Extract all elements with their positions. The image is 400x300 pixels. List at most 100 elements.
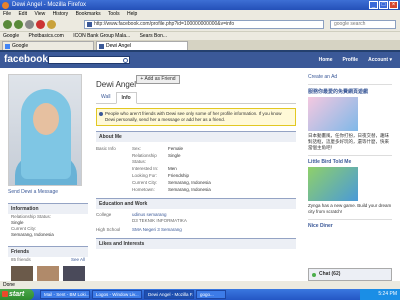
info-city-value: Semarang, Indonesia	[11, 232, 54, 237]
chat-bar[interactable]: Chat (62)	[308, 268, 392, 281]
minimize-button[interactable]: _	[369, 1, 378, 9]
start-button[interactable]: start	[0, 289, 34, 300]
navigation-toolbar: http://www.facebook.com/profile.php?id=1…	[0, 18, 400, 31]
online-status-icon	[312, 273, 316, 277]
tab-bar: Google Dewi Angel	[0, 40, 400, 50]
field-label: Relationship Status:	[132, 153, 157, 164]
stop-icon[interactable]	[36, 20, 45, 29]
bookmarks-toolbar: Google Photbasics.com ICON Bank Group Ma…	[0, 31, 400, 40]
clock: 5:24 PM	[378, 291, 397, 297]
status-text: Done	[3, 282, 15, 288]
forward-icon[interactable]	[14, 20, 23, 29]
field-value: Men	[168, 166, 177, 171]
start-label: start	[9, 291, 25, 298]
friend-avatar[interactable]	[11, 266, 33, 281]
bookmark-item[interactable]: Sears Bon...	[140, 33, 168, 39]
notice-text: People who aren't friends with Dewi see …	[105, 111, 282, 122]
highschool-label: High School	[96, 227, 121, 232]
facebook-favicon	[87, 22, 92, 27]
nav-account[interactable]: Account ▾	[368, 52, 392, 68]
add-friend-button[interactable]: + Add as Friend	[136, 75, 180, 84]
menu-bar: File Edit View History Bookmarks Tools H…	[0, 10, 400, 18]
likes-heading: Likes and Interests	[96, 238, 296, 249]
maximize-button[interactable]: □	[379, 1, 388, 9]
profile-tabs: Wall Info	[96, 92, 296, 104]
facebook-favicon	[99, 44, 104, 49]
back-icon[interactable]	[3, 20, 12, 29]
send-message-link[interactable]: Send Dewi a Message	[8, 189, 88, 195]
facebook-nav: Home Profile Account ▾	[319, 52, 392, 68]
field-value: Semarang, Indonesia	[168, 187, 211, 192]
search-icon[interactable]	[123, 58, 128, 63]
main-column: Dewi Angel + Add as Friend Wall Info Peo…	[96, 74, 296, 249]
college-label: College	[96, 212, 112, 217]
ad-title[interactable]: 服務你最愛的免費網頁遊戲	[308, 84, 392, 95]
tab-google[interactable]: Google	[2, 41, 94, 50]
page-content: Send Dewi a Message Information Relation…	[0, 68, 400, 281]
menu-tools[interactable]: Tools	[108, 11, 120, 17]
tab-label: Google	[12, 43, 29, 49]
create-ad-link[interactable]: Create an Ad	[308, 74, 392, 80]
menu-edit[interactable]: Edit	[18, 11, 27, 17]
left-column: Send Dewi a Message Information Relation…	[8, 74, 88, 281]
menu-file[interactable]: File	[3, 11, 11, 17]
privacy-notice: People who aren't friends with Dewi see …	[96, 108, 296, 126]
ad-title[interactable]: Little Bird Told Me	[308, 155, 392, 165]
nav-profile[interactable]: Profile	[343, 52, 359, 68]
info-icon	[99, 112, 103, 116]
ad-image[interactable]	[308, 167, 358, 201]
window-title: Dewi Angel - Mozilla Firefox	[12, 2, 87, 8]
bookmark-item[interactable]: ICON Bank Group Mala...	[73, 33, 130, 39]
tab-dewi-angel[interactable]: Dewi Angel	[96, 41, 188, 50]
menu-bookmarks[interactable]: Bookmarks	[76, 11, 101, 17]
profile-face-shape	[33, 103, 59, 135]
profile-picture[interactable]	[8, 74, 82, 186]
nav-home[interactable]: Home	[319, 52, 333, 68]
ad-title[interactable]: Nice Diner	[308, 219, 392, 229]
facebook-search-input[interactable]	[48, 56, 130, 64]
menu-help[interactable]: Help	[127, 11, 137, 17]
windows-flag-icon	[2, 291, 8, 297]
url-text: http://www.facebook.com/profile.php?id=1…	[94, 21, 235, 27]
search-placeholder: google search	[334, 21, 366, 27]
menu-history[interactable]: History	[53, 11, 69, 17]
field-label: Looking For:	[132, 173, 158, 178]
friends-heading: Friends	[8, 246, 88, 257]
tab-label: Dewi Angel	[106, 43, 132, 49]
window-titlebar: Dewi Angel - Mozilla Firefox _ □ ×	[0, 0, 400, 10]
close-button[interactable]: ×	[389, 1, 398, 9]
information-heading: Information	[8, 203, 88, 214]
home-icon[interactable]	[47, 20, 56, 29]
highschool-link[interactable]: SMA Negeri 3 Semarang	[132, 227, 182, 233]
tab-wall[interactable]: Wall	[96, 92, 116, 103]
friend-avatar[interactable]	[63, 266, 85, 281]
see-all-link[interactable]: See All	[71, 257, 85, 263]
ad-image[interactable]	[308, 97, 358, 131]
field-label: Current City:	[132, 180, 158, 185]
friend-avatar[interactable]	[37, 266, 59, 281]
bookmark-item[interactable]: Google	[3, 33, 19, 39]
windows-taskbar: start Mail - Sent - BM Loki... Logos - W…	[0, 289, 400, 300]
menu-view[interactable]: View	[34, 11, 45, 17]
facebook-header: facebook Home Profile Account ▾	[0, 52, 400, 68]
taskbar-item[interactable]: Dewi Angel - Mozilla F...	[144, 290, 194, 299]
about-heading: About Me	[96, 131, 296, 142]
taskbar-item[interactable]: Logos - Window Liv...	[92, 290, 142, 299]
search-input[interactable]: google search	[330, 20, 396, 29]
url-bar[interactable]: http://www.facebook.com/profile.php?id=1…	[84, 20, 324, 29]
taskbar-item[interactable]: gogo...	[196, 290, 226, 299]
tab-info[interactable]: Info	[115, 92, 137, 104]
reload-icon[interactable]	[25, 20, 34, 29]
facebook-logo[interactable]: facebook	[4, 53, 48, 67]
friends-count: 85 friends	[11, 257, 31, 262]
field-value: Single	[168, 153, 181, 158]
taskbar-item[interactable]: Mail - Sent - BM Loki...	[40, 290, 90, 299]
profile-name: Dewi Angel	[96, 80, 137, 89]
field-label: Interested In:	[132, 166, 159, 171]
basic-info-label: Basic Info	[96, 146, 116, 151]
ads-column: Create an Ad 服務你最愛的免費網頁遊戲 日本動畫風，任你打扮，日夜交…	[308, 74, 392, 229]
bookmark-item[interactable]: Photbasics.com	[29, 33, 64, 39]
firefox-icon	[2, 2, 9, 9]
field-value: Friendship	[168, 173, 190, 178]
chat-label: Chat (62)	[319, 271, 341, 277]
